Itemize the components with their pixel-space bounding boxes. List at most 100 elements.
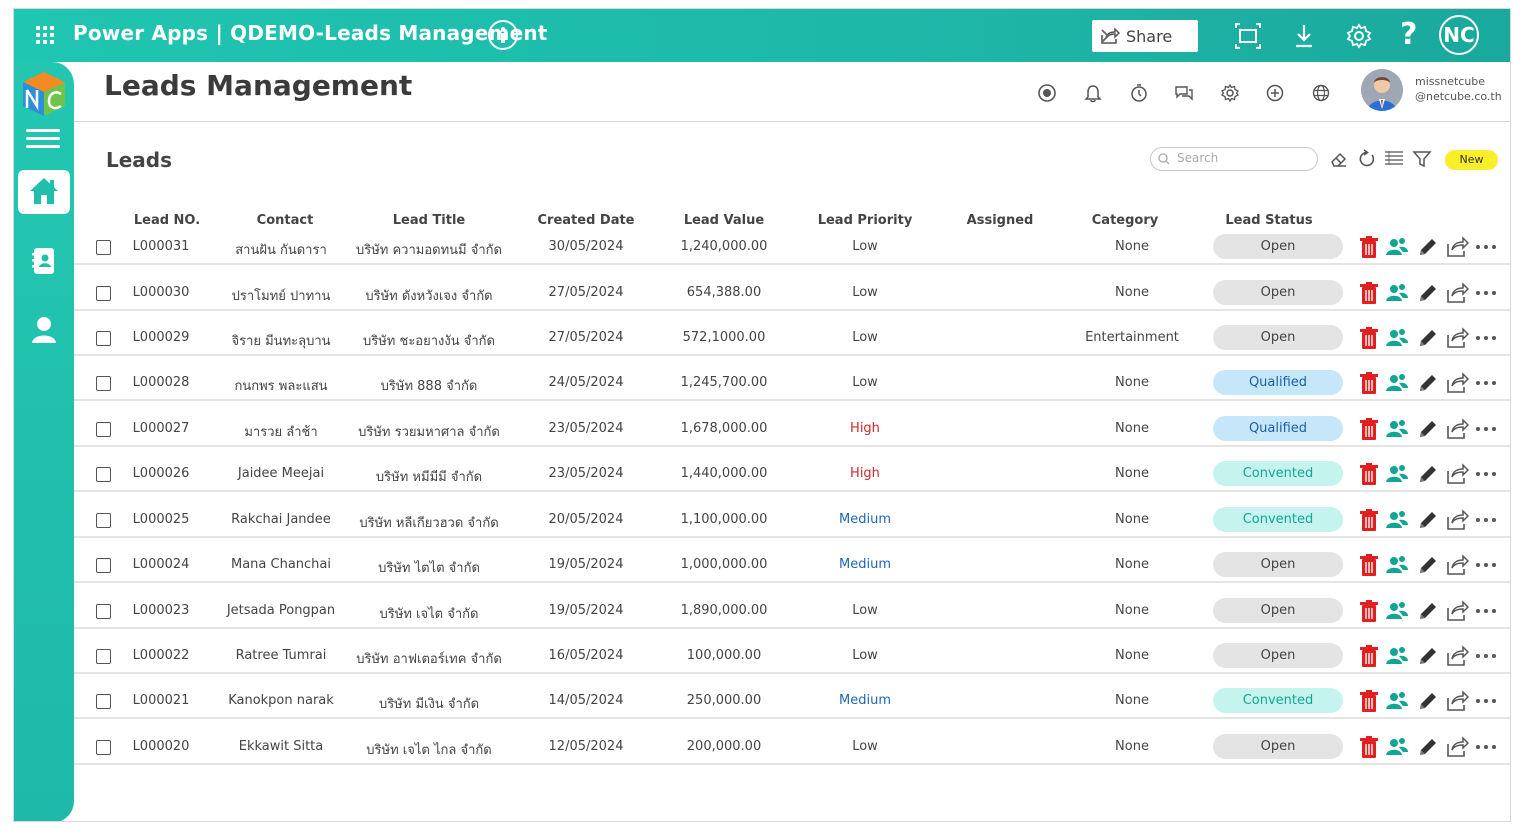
more-icon[interactable] <box>1474 281 1498 305</box>
share-icon[interactable] <box>1445 553 1470 577</box>
table-row[interactable]: L000028 กนกพร พละแสน บริษัท 888 จำกัด 24/05… <box>74 364 1510 401</box>
edit-icon[interactable] <box>1416 599 1440 623</box>
table-row[interactable]: L000029 จิราย มีนทะลุบาน บริษัท ชะอยางงัน … <box>74 319 1510 356</box>
assign-users-icon[interactable] <box>1385 417 1409 441</box>
table-row[interactable]: L000025 Rakchai Jandee บริษัท หลีเกียวฮวด … <box>74 501 1510 538</box>
assign-users-icon[interactable] <box>1385 735 1409 759</box>
share-icon[interactable] <box>1445 371 1470 395</box>
edit-icon[interactable] <box>1416 462 1440 486</box>
assign-users-icon[interactable] <box>1385 508 1409 532</box>
bell-icon[interactable] <box>1083 83 1103 103</box>
more-icon[interactable] <box>1474 599 1498 623</box>
more-icon[interactable] <box>1474 417 1498 441</box>
download-icon[interactable] <box>1290 22 1318 50</box>
delete-icon[interactable] <box>1357 235 1381 259</box>
assign-users-icon[interactable] <box>1385 689 1409 713</box>
header-col-lead-title[interactable]: Lead Title <box>359 213 499 228</box>
more-icon[interactable] <box>1474 326 1498 350</box>
more-icon[interactable] <box>1474 644 1498 668</box>
share-icon[interactable] <box>1445 326 1470 350</box>
nav-user[interactable] <box>14 310 74 350</box>
more-icon[interactable] <box>1474 553 1498 577</box>
share-icon[interactable] <box>1445 417 1470 441</box>
assign-users-icon[interactable] <box>1385 235 1409 259</box>
share-icon[interactable] <box>1445 644 1470 668</box>
settings-icon[interactable] <box>1220 83 1240 103</box>
table-row[interactable]: L000027 มารวย ลำช้า บริษัท รวยมหาศาล จำกัด… <box>74 410 1510 447</box>
delete-icon[interactable] <box>1357 326 1381 350</box>
info-icon[interactable] <box>488 20 518 50</box>
waffle-icon[interactable] <box>36 26 54 44</box>
new-button[interactable]: New <box>1445 150 1498 170</box>
edit-icon[interactable] <box>1416 553 1440 577</box>
assign-users-icon[interactable] <box>1385 326 1409 350</box>
nav-contacts[interactable] <box>14 241 74 281</box>
avatar[interactable] <box>1361 69 1403 111</box>
more-icon[interactable] <box>1474 735 1498 759</box>
delete-icon[interactable] <box>1357 462 1381 486</box>
share-icon[interactable] <box>1445 508 1470 532</box>
share-icon[interactable] <box>1445 689 1470 713</box>
edit-icon[interactable] <box>1416 735 1440 759</box>
refresh-icon[interactable] <box>1357 149 1377 169</box>
nav-home[interactable] <box>18 170 70 214</box>
header-col-lead-value[interactable]: Lead Value <box>654 213 794 228</box>
add-circle-icon[interactable] <box>1265 83 1285 103</box>
search-input[interactable]: Search <box>1150 147 1318 171</box>
edit-icon[interactable] <box>1416 689 1440 713</box>
delete-icon[interactable] <box>1357 599 1381 623</box>
more-icon[interactable] <box>1474 508 1498 532</box>
delete-icon[interactable] <box>1357 553 1381 577</box>
more-icon[interactable] <box>1474 235 1498 259</box>
more-icon[interactable] <box>1474 371 1498 395</box>
edit-icon[interactable] <box>1416 644 1440 668</box>
assign-users-icon[interactable] <box>1385 281 1409 305</box>
share-button[interactable]: Share <box>1092 20 1198 52</box>
edit-icon[interactable] <box>1416 417 1440 441</box>
user-initials-badge[interactable]: NC <box>1439 15 1479 55</box>
header-col-category[interactable]: Category <box>1055 213 1195 228</box>
assign-users-icon[interactable] <box>1385 644 1409 668</box>
table-row[interactable]: L000024 Mana Chanchai บริษัท ไตไต จำกัด 19/… <box>74 546 1510 583</box>
table-row[interactable]: L000031 สานฝัน กันดารา บริษัท ความอดทนมี จ… <box>74 228 1510 265</box>
share-icon[interactable] <box>1445 735 1470 759</box>
header-col-lead-status[interactable]: Lead Status <box>1199 213 1339 228</box>
edit-icon[interactable] <box>1416 508 1440 532</box>
delete-icon[interactable] <box>1357 281 1381 305</box>
share-icon[interactable] <box>1445 599 1470 623</box>
more-icon[interactable] <box>1474 462 1498 486</box>
help-icon[interactable]: ? <box>1400 17 1417 52</box>
delete-icon[interactable] <box>1357 417 1381 441</box>
share-icon[interactable] <box>1445 235 1470 259</box>
globe-icon[interactable] <box>1311 83 1331 103</box>
table-row[interactable]: L000023 Jetsada Pongpan บริษัท เจไต จำกัด 1… <box>74 592 1510 629</box>
delete-icon[interactable] <box>1357 371 1381 395</box>
assign-users-icon[interactable] <box>1385 371 1409 395</box>
header-col-assigned[interactable]: Assigned <box>930 213 1070 228</box>
filter-icon[interactable] <box>1412 149 1432 169</box>
chat-icon[interactable] <box>1174 83 1194 103</box>
edit-icon[interactable] <box>1416 326 1440 350</box>
assign-users-icon[interactable] <box>1385 599 1409 623</box>
delete-icon[interactable] <box>1357 644 1381 668</box>
edit-icon[interactable] <box>1416 281 1440 305</box>
table-row[interactable]: L000030 ปราโมทย์ ปาทาน บริษัท ดังหวังเจง จ… <box>74 274 1510 311</box>
fit-screen-icon[interactable] <box>1234 22 1262 50</box>
share-icon[interactable] <box>1445 281 1470 305</box>
more-icon[interactable] <box>1474 689 1498 713</box>
list-icon[interactable] <box>1384 149 1404 169</box>
gear-icon[interactable] <box>1345 22 1373 50</box>
delete-icon[interactable] <box>1357 508 1381 532</box>
table-row[interactable]: L000020 Ekkawit Sitta บริษัท เจไต ไกล จำกั… <box>74 728 1510 765</box>
edit-icon[interactable] <box>1416 235 1440 259</box>
edit-icon[interactable] <box>1416 371 1440 395</box>
table-row[interactable]: L000021 Kanokpon narak บริษัท มีเงิน จำกัด… <box>74 682 1510 719</box>
assign-users-icon[interactable] <box>1385 553 1409 577</box>
camera-icon[interactable] <box>1037 83 1057 103</box>
header-col-contact[interactable]: Contact <box>215 213 355 228</box>
table-row[interactable]: L000026 Jaidee Meejai บริษัท หมีมีมี จำกัด… <box>74 455 1510 492</box>
timer-icon[interactable] <box>1129 83 1149 103</box>
table-row[interactable]: L000022 Ratree Tumrai บริษัท อาฟเตอร์เทค จ… <box>74 637 1510 674</box>
eraser-icon[interactable] <box>1329 149 1349 169</box>
share-icon[interactable] <box>1445 462 1470 486</box>
